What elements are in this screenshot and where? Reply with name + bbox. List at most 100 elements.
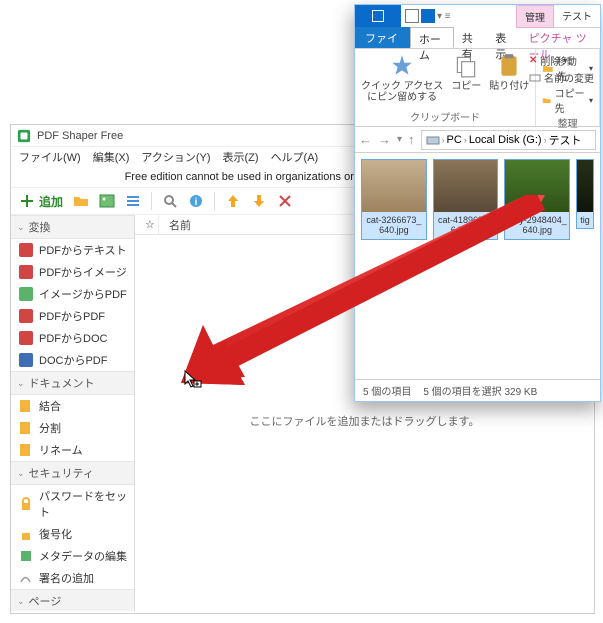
- contextual-tab-manage[interactable]: 管理: [516, 5, 554, 28]
- column-star[interactable]: ☆: [135, 215, 159, 234]
- sidebar-item-set-password[interactable]: パスワードをセット: [11, 485, 134, 523]
- menu-file[interactable]: ファイル(W): [19, 149, 81, 165]
- info-icon[interactable]: i: [188, 193, 204, 209]
- window-title: テスト: [554, 5, 600, 28]
- tab-home[interactable]: ホーム: [410, 27, 454, 48]
- sidebar-section-label: ドキュメント: [29, 375, 95, 391]
- rib-label: クイック アクセス にピン留めする: [361, 81, 443, 103]
- nav-forward-button[interactable]: →: [378, 132, 391, 147]
- sidebar-item-add-signature[interactable]: 署名の追加: [11, 567, 134, 589]
- ribbon-group-label: 整理: [558, 115, 578, 130]
- sidebar-item-label: PDFからDOC: [39, 330, 107, 346]
- qat-icon[interactable]: [405, 9, 419, 23]
- sidebar-section-security[interactable]: ⌄セキュリティ: [11, 461, 134, 485]
- sidebar-section-document[interactable]: ⌄ ドキュメント: [11, 371, 134, 395]
- breadcrumb-item[interactable]: テスト: [549, 132, 582, 148]
- sidebar-item-rename[interactable]: リネーム: [11, 439, 134, 461]
- sidebar-item-label: 復号化: [39, 526, 72, 542]
- thumbnail-image: [434, 160, 498, 212]
- toolbar-divider: [151, 192, 152, 210]
- plus-icon: [19, 193, 35, 209]
- qat-overflow-icon[interactable]: ▾ ≡: [437, 11, 451, 22]
- rib-label: コピー: [451, 81, 481, 92]
- nav-history-button[interactable]: ▾: [397, 134, 402, 145]
- tab-share[interactable]: 共有: [454, 27, 487, 48]
- thumbnail-image: [505, 160, 569, 212]
- file-thumb[interactable]: kitty-2948404_640.jpg: [504, 159, 570, 240]
- tab-picture-tools[interactable]: ピクチャ ツール: [521, 27, 600, 48]
- svg-text:i: i: [195, 197, 198, 208]
- sidebar-item-image-to-pdf[interactable]: イメージからPDF: [11, 283, 134, 305]
- sidebar-section-label: セキュリティ: [29, 465, 94, 481]
- menu-edit[interactable]: 編集(X): [93, 149, 130, 165]
- status-selected: 5 個の項目を選択 329 KB: [423, 383, 537, 398]
- sidebar-section-page[interactable]: ⌄ページ: [11, 589, 134, 611]
- rib-text: 名前の変更: [544, 70, 594, 85]
- image-icon[interactable]: [99, 193, 115, 209]
- file-name: cat-4189697_640.jpg: [434, 212, 498, 239]
- delete-icon: ✕: [529, 55, 537, 66]
- column-name-label: 名前: [169, 217, 191, 233]
- search-icon[interactable]: [162, 193, 178, 209]
- sidebar-section-convert[interactable]: ⌄ 変換: [11, 215, 134, 239]
- pin-icon: [389, 53, 415, 79]
- chevron-down-icon: ⌄: [17, 378, 25, 389]
- close-icon[interactable]: [277, 193, 293, 209]
- folder-icon[interactable]: [73, 193, 89, 209]
- sidebar-item-decrypt[interactable]: 復号化: [11, 523, 134, 545]
- status-item-count: 5 個の項目: [363, 383, 411, 398]
- pdf-sidebar: ⌄ 変換 PDFからテキスト PDFからイメージ イメージからPDF PDFからP…: [11, 215, 135, 611]
- arrow-down-icon[interactable]: [251, 193, 267, 209]
- rename-button[interactable]: 名前の変更: [529, 70, 594, 85]
- rib-text: コピー先: [555, 85, 586, 115]
- sidebar-item-label: メタデータの編集: [39, 548, 127, 564]
- add-button[interactable]: 追加: [19, 193, 63, 210]
- pdf-title-text: PDF Shaper Free: [37, 130, 123, 142]
- sidebar-item-pdf-to-doc[interactable]: PDFからDOC: [11, 327, 134, 349]
- sidebar-item-merge[interactable]: 結合: [11, 395, 134, 417]
- sidebar-item-label: DOCからPDF: [39, 352, 107, 368]
- sidebar-item-split[interactable]: 分割: [11, 417, 134, 439]
- copy-to-icon: [542, 94, 551, 106]
- add-button-label: 追加: [39, 193, 63, 210]
- nav-back-button[interactable]: ←: [359, 132, 372, 147]
- sidebar-item-label: 結合: [39, 398, 61, 414]
- menu-help[interactable]: ヘルプ(A): [271, 149, 319, 165]
- tab-file[interactable]: ファイル: [355, 27, 410, 48]
- copy-button[interactable]: コピー: [451, 53, 481, 92]
- copy-to-button[interactable]: コピー先▾: [542, 85, 593, 115]
- explorer-titlebar: ▾ ≡ 管理 テスト: [355, 5, 600, 27]
- explorer-content[interactable]: cat-3266673_640.jpg cat-4189697_640.jpg …: [355, 153, 600, 379]
- folder-glyph-icon: [372, 10, 384, 22]
- file-thumb[interactable]: cat-4189697_640.jpg: [433, 159, 499, 240]
- pin-quick-access-button[interactable]: クイック アクセス にピン留めする: [361, 53, 443, 103]
- chevron-down-icon: ⌄: [17, 222, 25, 233]
- menu-action[interactable]: アクション(Y): [141, 149, 210, 165]
- sidebar-item-pdf-to-text[interactable]: PDFからテキスト: [11, 239, 134, 261]
- sidebar-item-label: PDFからPDF: [39, 308, 105, 324]
- sidebar-item-pdf-to-pdf[interactable]: PDFからPDF: [11, 305, 134, 327]
- file-thumb[interactable]: tig: [576, 159, 594, 229]
- nav-up-button[interactable]: ↑: [408, 132, 415, 147]
- sidebar-item-label: パスワードをセット: [39, 488, 128, 520]
- paste-button[interactable]: 貼り付け: [489, 53, 529, 92]
- explorer-window: ▾ ≡ 管理 テスト ファイル ホーム 共有 表示 ピクチャ ツール クイック …: [354, 4, 601, 402]
- file-thumb[interactable]: cat-3266673_640.jpg: [361, 159, 427, 240]
- address-bar[interactable]: › PC › Local Disk (G:) › テスト: [421, 130, 596, 150]
- breadcrumb-item[interactable]: PC: [447, 134, 462, 146]
- list-icon[interactable]: [125, 193, 141, 209]
- qat-icon[interactable]: [421, 9, 435, 23]
- sidebar-item-label: イメージからPDF: [39, 286, 127, 302]
- sidebar-item-doc-to-pdf[interactable]: DOCからPDF: [11, 349, 134, 371]
- breadcrumb-sep-icon: ›: [442, 135, 445, 145]
- ribbon-group-label: クリップボード: [410, 109, 480, 124]
- sidebar-item-edit-metadata[interactable]: メタデータの編集: [11, 545, 134, 567]
- sidebar-item-label: PDFからイメージ: [39, 264, 127, 280]
- tab-view[interactable]: 表示: [487, 27, 520, 48]
- sidebar-item-pdf-to-image[interactable]: PDFからイメージ: [11, 261, 134, 283]
- delete-button[interactable]: ✕削除▾: [529, 53, 594, 68]
- arrow-up-icon[interactable]: [225, 193, 241, 209]
- sidebar-section-label: 変換: [29, 219, 51, 235]
- menu-view[interactable]: 表示(Z): [223, 149, 259, 165]
- breadcrumb-item[interactable]: Local Disk (G:): [469, 134, 542, 146]
